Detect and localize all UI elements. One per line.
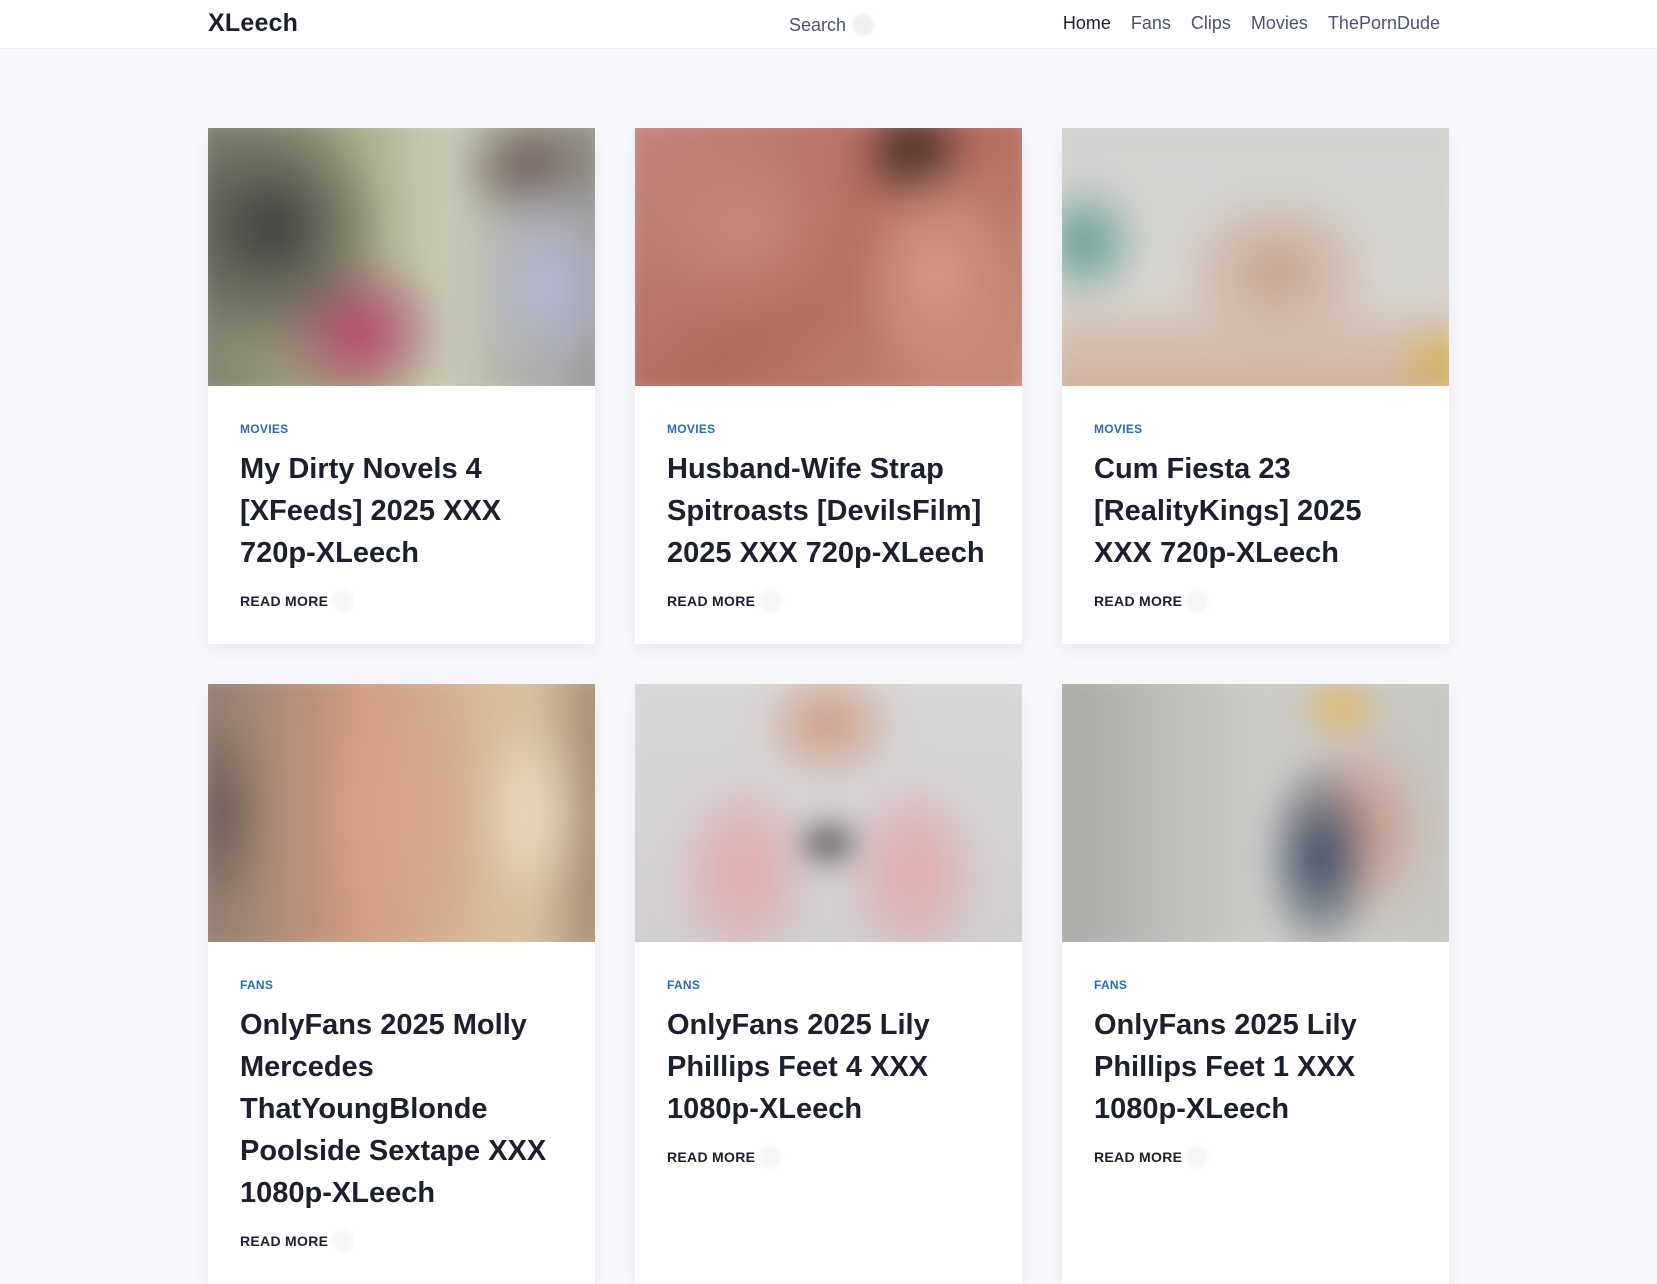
post-title[interactable]: OnlyFans 2025 Lily Phillips Feet 1 XXX 1… xyxy=(1094,1004,1417,1130)
post-thumbnail[interactable] xyxy=(208,684,595,942)
site-header: XLeech Search Home Fans Clips Movies The… xyxy=(0,0,1657,48)
main-nav: Home Fans Clips Movies ThePornDude xyxy=(1063,13,1440,34)
post-thumbnail[interactable] xyxy=(635,684,1022,942)
post-title[interactable]: My Dirty Novels 4 [XFeeds] 2025 XXX 720p… xyxy=(240,448,563,574)
read-more-link[interactable]: READ MORE xyxy=(1094,590,1209,612)
post-thumbnail[interactable] xyxy=(1062,128,1449,386)
search-label: Search xyxy=(789,14,847,35)
post-title[interactable]: Cum Fiesta 23 [RealityKings] 2025 XXX 72… xyxy=(1094,448,1417,574)
post-card: MOVIES Husband-Wife Strap Spitroasts [De… xyxy=(635,128,1022,644)
read-more-link[interactable]: READ MORE xyxy=(1094,1146,1209,1168)
read-more-link[interactable]: READ MORE xyxy=(667,1146,782,1168)
nav-item-movies[interactable]: Movies xyxy=(1251,13,1308,34)
read-more-label: READ MORE xyxy=(240,593,329,609)
post-card: MOVIES Cum Fiesta 23 [RealityKings] 2025… xyxy=(1062,128,1449,644)
arrow-right-icon xyxy=(1186,1146,1209,1168)
post-card: FANS OnlyFans 2025 Molly Mercedes ThatYo… xyxy=(208,684,595,1284)
arrow-right-icon xyxy=(332,1230,355,1252)
search-button[interactable]: Search xyxy=(789,12,875,38)
read-more-label: READ MORE xyxy=(1094,593,1183,609)
read-more-label: READ MORE xyxy=(1094,1149,1183,1165)
post-category[interactable]: FANS xyxy=(667,978,700,992)
post-category[interactable]: FANS xyxy=(240,978,273,992)
post-category[interactable]: MOVIES xyxy=(240,422,288,436)
post-category[interactable]: MOVIES xyxy=(1094,422,1142,436)
post-card: MOVIES My Dirty Novels 4 [XFeeds] 2025 X… xyxy=(208,128,595,644)
read-more-link[interactable]: READ MORE xyxy=(240,590,355,612)
nav-item-theporndude[interactable]: ThePornDude xyxy=(1328,13,1440,34)
post-category[interactable]: MOVIES xyxy=(667,422,715,436)
arrow-right-icon xyxy=(759,590,782,612)
site-logo[interactable]: XLeech xyxy=(208,9,298,38)
search-icon xyxy=(852,14,875,36)
nav-item-clips[interactable]: Clips xyxy=(1191,13,1231,34)
post-title[interactable]: OnlyFans 2025 Molly Mercedes ThatYoungBl… xyxy=(240,1004,563,1214)
arrow-right-icon xyxy=(759,1146,782,1168)
nav-item-fans[interactable]: Fans xyxy=(1131,13,1171,34)
post-thumbnail[interactable] xyxy=(208,128,595,386)
read-more-label: READ MORE xyxy=(667,593,756,609)
post-thumbnail[interactable] xyxy=(635,128,1022,386)
nav-item-home[interactable]: Home xyxy=(1063,13,1111,34)
read-more-label: READ MORE xyxy=(240,1233,329,1249)
post-card: FANS OnlyFans 2025 Lily Phillips Feet 4 … xyxy=(635,684,1022,1284)
arrow-right-icon xyxy=(332,590,355,612)
read-more-link[interactable]: READ MORE xyxy=(240,1230,355,1252)
post-title[interactable]: OnlyFans 2025 Lily Phillips Feet 4 XXX 1… xyxy=(667,1004,990,1130)
post-grid: MOVIES My Dirty Novels 4 [XFeeds] 2025 X… xyxy=(208,128,1450,1284)
post-title[interactable]: Husband-Wife Strap Spitroasts [DevilsFil… xyxy=(667,448,990,574)
post-thumbnail[interactable] xyxy=(1062,684,1449,942)
read-more-link[interactable]: READ MORE xyxy=(667,590,782,612)
arrow-right-icon xyxy=(1186,590,1209,612)
post-category[interactable]: FANS xyxy=(1094,978,1127,992)
post-card: FANS OnlyFans 2025 Lily Phillips Feet 1 … xyxy=(1062,684,1449,1284)
read-more-label: READ MORE xyxy=(667,1149,756,1165)
